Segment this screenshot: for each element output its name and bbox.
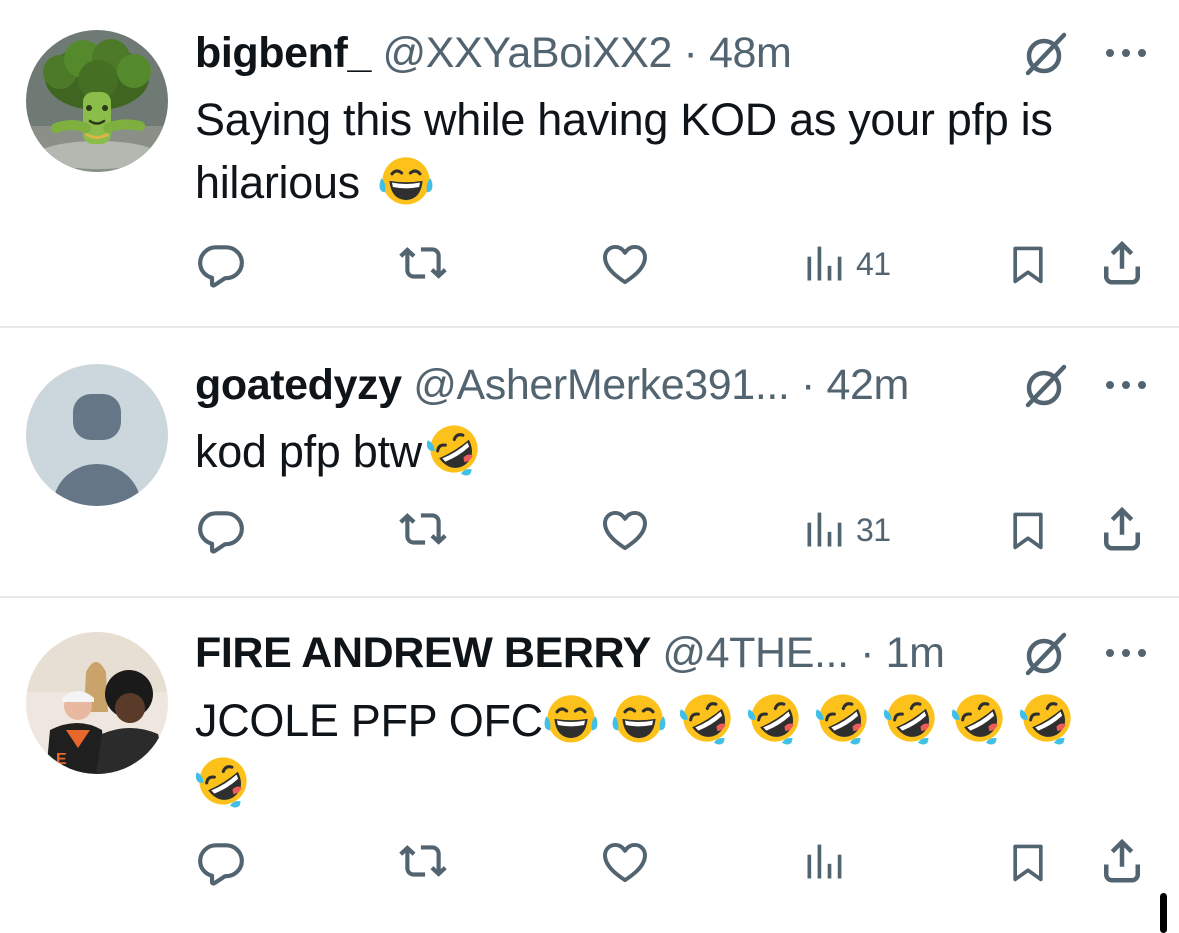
rolling-on-the-floor-laughing-emoji <box>195 753 251 809</box>
retweet-arrows-icon <box>396 505 450 555</box>
tweet-3[interactable]: E FIRE ANDREW BERRY @4THE... · 1m JCOLE … <box>0 598 1179 923</box>
face-with-tears-of-joy-emoji <box>611 690 667 746</box>
share-upload-icon <box>1095 235 1149 289</box>
face-with-tears-of-joy-emoji <box>543 690 599 746</box>
retweet-button[interactable] <box>396 236 450 292</box>
like-button[interactable] <box>598 834 652 890</box>
grok-icon[interactable] <box>1018 358 1074 414</box>
tweet-text-content: JCOLE PFP OFC <box>195 695 543 746</box>
svg-text:E: E <box>56 751 67 768</box>
retweet-arrows-icon <box>396 837 450 887</box>
more-options-icon[interactable] <box>1100 38 1152 68</box>
more-options-icon[interactable] <box>1100 370 1152 400</box>
timestamp[interactable]: 42m <box>826 361 909 409</box>
bookmark-icon <box>1006 504 1050 556</box>
display-name[interactable]: bigbenf_ <box>195 29 371 77</box>
tweet-header: goatedyzy @AsherMerke391... · 42m <box>195 357 989 413</box>
tweet-text-content: kod pfp btw <box>195 426 422 477</box>
like-button[interactable] <box>598 502 652 558</box>
retweet-button[interactable] <box>396 834 450 890</box>
reply-button[interactable] <box>196 502 246 558</box>
tweet-text: kod pfp btw <box>195 420 1135 483</box>
timestamp[interactable]: 48m <box>709 29 792 77</box>
like-button[interactable] <box>598 236 652 292</box>
speech-bubble-icon <box>196 837 246 887</box>
speech-bubble-icon <box>196 505 246 555</box>
views-button[interactable]: 31 <box>802 502 891 558</box>
grok-icon[interactable] <box>1018 26 1074 82</box>
view-count: 41 <box>856 245 891 282</box>
rolling-on-the-floor-laughing-emoji <box>1019 690 1075 746</box>
bookmark-icon <box>1006 238 1050 290</box>
tweet-1[interactable]: bigbenf_ @XXYaBoiXX2 · 48m Saying this w… <box>0 0 1179 326</box>
tweet-text-content: Saying this while having KOD as your pfp… <box>195 94 1053 208</box>
bar-chart-icon <box>802 838 846 886</box>
rolling-on-the-floor-laughing-emoji <box>426 421 482 477</box>
share-button[interactable] <box>1095 500 1149 556</box>
bar-chart-icon <box>802 240 846 288</box>
timestamp[interactable]: 1m <box>886 629 945 677</box>
views-button[interactable] <box>802 834 856 890</box>
rolling-on-the-floor-laughing-emoji <box>679 690 735 746</box>
display-name[interactable]: FIRE ANDREW BERRY <box>195 629 651 677</box>
share-upload-icon <box>1095 501 1149 555</box>
rolling-on-the-floor-laughing-emoji <box>747 690 803 746</box>
face-with-tears-of-joy-emoji <box>378 152 434 208</box>
bookmark-icon <box>1006 836 1050 888</box>
scrollbar[interactable] <box>1160 893 1167 933</box>
reply-button[interactable] <box>196 834 246 890</box>
separator-dot: · <box>860 629 875 677</box>
heart-icon <box>598 837 652 887</box>
retweet-arrows-icon <box>396 239 450 289</box>
speech-bubble-icon <box>196 239 246 289</box>
rolling-on-the-floor-laughing-emoji <box>883 690 939 746</box>
bar-chart-icon <box>802 506 846 554</box>
photo-avatar[interactable]: E <box>26 632 168 774</box>
heart-icon <box>598 505 652 555</box>
share-button[interactable] <box>1095 832 1149 888</box>
rolling-on-the-floor-laughing-emoji <box>815 690 871 746</box>
tweet-2[interactable]: goatedyzy @AsherMerke391... · 42m kod pf… <box>0 328 1179 596</box>
retweet-button[interactable] <box>396 502 450 558</box>
tweet-header: FIRE ANDREW BERRY @4THE... · 1m <box>195 625 989 681</box>
bookmark-button[interactable] <box>1006 236 1050 292</box>
separator-dot: · <box>683 29 698 77</box>
bookmark-button[interactable] <box>1006 502 1050 558</box>
views-button[interactable]: 41 <box>802 236 891 292</box>
tweet-header: bigbenf_ @XXYaBoiXX2 · 48m <box>195 25 989 81</box>
separator-dot: · <box>801 361 815 409</box>
reply-button[interactable] <box>196 236 246 292</box>
rolling-on-the-floor-laughing-emoji <box>951 690 1007 746</box>
user-handle[interactable]: @XXYaBoiXX2 <box>383 29 673 77</box>
view-count: 31 <box>856 511 891 548</box>
tweet-text: Saying this while having KOD as your pfp… <box>195 88 1135 214</box>
share-upload-icon <box>1095 833 1149 887</box>
bookmark-button[interactable] <box>1006 834 1050 890</box>
heart-icon <box>598 239 652 289</box>
share-button[interactable] <box>1095 234 1149 290</box>
more-options-icon[interactable] <box>1100 638 1152 668</box>
default-profile-avatar[interactable] <box>26 364 168 506</box>
user-handle[interactable]: @AsherMerke391... <box>413 361 790 409</box>
user-handle[interactable]: @4THE... <box>662 629 849 677</box>
grok-icon[interactable] <box>1018 626 1074 682</box>
broccoli-avatar[interactable] <box>26 30 168 172</box>
tweet-text: JCOLE PFP OFC <box>195 689 1135 815</box>
display-name[interactable]: goatedyzy <box>195 361 402 409</box>
